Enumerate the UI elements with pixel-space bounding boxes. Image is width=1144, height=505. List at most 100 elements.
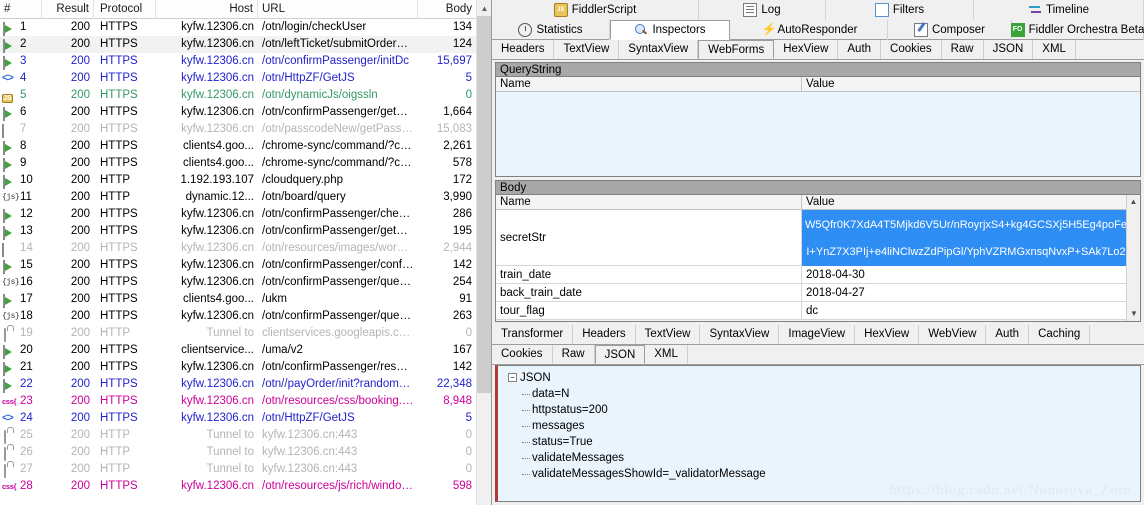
tab-statistics[interactable]: Statistics [492,20,610,40]
json-node[interactable]: validateMessagesShowId=_validatorMessage [522,466,1134,482]
tab-syntaxview[interactable]: SyntaxView [700,325,780,344]
table-row[interactable]: train_date 2018-04-30 [496,266,1140,284]
column-header-host[interactable]: Host [156,0,258,19]
tab-composer[interactable]: Composer [888,20,1012,40]
tab-fiddlerscript[interactable]: JS FiddlerScript [492,0,699,20]
tab-auth[interactable]: Auth [986,325,1030,344]
collapse-toggle-icon[interactable]: − [508,373,517,382]
table-row[interactable]: 8 200 HTTPS clients4.goo... /chrome-sync/com… [0,138,477,155]
scrollbar-thumb[interactable] [477,16,491,393]
session-host: clients4.goo... [183,157,254,169]
table-row[interactable]: back_train_date 2018-04-27 [496,284,1140,302]
column-header-number[interactable]: # [0,0,42,19]
json-node[interactable]: data=N [522,386,1134,402]
table-row[interactable]: 15 200 HTTPS kyfw.12306.cn/otn/confirmPasse… [0,257,477,274]
table-row[interactable]: 21 200 HTTPS kyfw.12306.cn/otn/confirmPasse… [0,359,477,376]
fiddler-script-icon: JS [553,3,568,17]
body-table[interactable]: Name Value secretStr W5Qfr0K7XdA4T5Mjkd6V… [495,194,1141,322]
table-row[interactable]: 25 200 HTTP Tunnel to kyfw.12306.cn:443 0 [0,427,477,444]
table-row[interactable]: 26 200 HTTP Tunnel to kyfw.12306.cn:443 0 [0,444,477,461]
tab-json[interactable]: JSON [984,40,1034,59]
body-scroll-up-icon[interactable]: ▲ [1127,195,1140,209]
table-row[interactable]: 12 200 HTTPS kyfw.12306.cn/otn/confirmPasse… [0,206,477,223]
tab-hexview[interactable]: HexView [774,40,839,59]
tab-textview[interactable]: TextView [636,325,701,344]
body-col-name[interactable]: Name [496,195,802,209]
table-row[interactable]: 27 200 HTTP Tunnel to kyfw.12306.cn:443 0 [0,461,477,478]
column-header-body[interactable]: Body [418,0,476,19]
json-node[interactable]: validateMessages [522,450,1134,466]
tab-webview[interactable]: WebView [919,325,987,344]
table-row[interactable]: <> 4 200 HTTPS kyfw.12306.cn/otn/HttpZF/GetJ… [0,70,477,87]
column-header-result[interactable]: Result [42,0,94,19]
table-row[interactable]: 20 200 HTTPS clientservice... /uma/v2 167 [0,342,477,359]
column-header-url[interactable]: URL [258,0,418,19]
tab-xml[interactable]: XML [1033,40,1076,59]
tab-transformer[interactable]: Transformer [492,325,574,344]
tab-autoresponder[interactable]: AutoResponder [730,20,888,40]
table-row[interactable]: css{23 200 HTTPS kyfw.12306.cn/otn/resource… [0,393,477,410]
session-result: 200 [70,412,90,424]
sessions-scrollbar[interactable]: ▲ [476,0,491,505]
tab-headers[interactable]: Headers [492,40,555,59]
tab-inspectors[interactable]: Inspectors [610,20,730,40]
tab-raw[interactable]: Raw [553,345,595,364]
table-row[interactable]: 2 200 HTTPS kyfw.12306.cn/otn/leftTicket/su… [0,36,477,53]
session-url: /uma/v2 [262,344,303,356]
tab-textview[interactable]: TextView [554,40,620,59]
table-row[interactable]: 22 200 HTTPS kyfw.12306.cn/otn//payOrder/in… [0,376,477,393]
session-icon-cell: 3 [0,53,42,70]
table-row[interactable]: 9 200 HTTPS clients4.goo... /chrome-sync/com… [0,155,477,172]
tab-headers[interactable]: Headers [573,325,636,344]
tab-webforms[interactable]: WebForms [698,40,775,59]
table-row[interactable]: JS 5 200 HTTPS kyfw.12306.cn/otn/dynamicJs/o… [0,87,477,104]
tab-caching[interactable]: Caching [1029,325,1091,344]
body-scroll-down-icon[interactable]: ▼ [1127,307,1140,321]
table-row[interactable]: 3 200 HTTPS kyfw.12306.cn/otn/confirmPassen… [0,53,477,70]
querystring-col-value[interactable]: Value [802,77,1140,91]
json-root-node[interactable]: − JSON [508,370,1134,386]
table-row[interactable]: 6 200 HTTPS kyfw.12306.cn/otn/confirmPassen… [0,104,477,121]
table-row[interactable]: {js} 11 200 HTTP dynamic.12... /otn/board/que… [0,189,477,206]
body-table-scrollbar[interactable]: ▲ ▼ [1126,195,1140,321]
tab-json[interactable]: JSON [594,345,646,364]
tab-imageview[interactable]: ImageView [779,325,856,344]
tab-raw[interactable]: Raw [942,40,984,59]
body-col-value[interactable]: Value [802,195,1140,209]
column-header-protocol[interactable]: Protocol [94,0,156,19]
table-row[interactable]: 1 200 HTTPS kyfw.12306.cn/otn/login/checkUs… [0,19,477,36]
tab-xml[interactable]: XML [645,345,688,364]
table-row[interactable]: 13 200 HTTPS kyfw.12306.cn/otn/confirmPasse… [0,223,477,240]
querystring-col-name[interactable]: Name [496,77,802,91]
session-icon-cell: <> 4 [0,70,42,87]
json-node[interactable]: httpstatus=200 [522,402,1134,418]
scroll-up-arrow-icon[interactable]: ▲ [477,0,491,16]
json-tree-view[interactable]: − JSON data=N httpstatus=200 messages statu… [495,365,1141,502]
json-node[interactable]: status=True [522,434,1134,450]
table-row[interactable]: {js} 16 200 HTTPS kyfw.12306.cn/otn/confirmP… [0,274,477,291]
table-row[interactable]: css{28 200 HTTPS kyfw.12306.cn/otn/resource… [0,478,477,495]
table-row[interactable]: 19 200 HTTP Tunnel to clientservices.googlea… [0,325,477,342]
json-node[interactable]: messages [522,418,1134,434]
tab-auth[interactable]: Auth [838,40,882,59]
table-row[interactable]: 7 200 HTTPS kyfw.12306.cn/otn/passcodeNew/g… [0,121,477,138]
tab-log[interactable]: Log [699,0,826,20]
tab-timeline[interactable]: Timeline [974,0,1144,20]
tab-cookies[interactable]: Cookies [881,40,942,59]
querystring-table[interactable]: Name Value [495,76,1141,177]
tab-syntaxview[interactable]: SyntaxView [619,40,699,59]
tab-filters[interactable]: Filters [826,0,974,20]
table-row[interactable]: <> 24 200 HTTPS kyfw.12306.cn/otn/HttpZF/Get… [0,410,477,427]
tab-cookies[interactable]: Cookies [492,345,553,364]
table-row[interactable]: 14 200 HTTPS kyfw.12306.cn/otn/resources/im… [0,240,477,257]
table-row[interactable]: 17 200 HTTPS clients4.goo... /ukm 91 [0,291,477,308]
table-row[interactable]: {js} 18 200 HTTPS kyfw.12306.cn/otn/confirmP… [0,308,477,325]
table-row[interactable]: 10 200 HTTP 1.192.193.107/cloudquery.php 172 [0,172,477,189]
table-row[interactable]: secretStr W5Qfr0K7XdA4T5Mjkd6V5Ur/nRoyrjx… [496,210,1140,266]
tab-label: Fiddler Orchestra Beta [1028,24,1144,36]
table-row[interactable]: tour_flag dc [496,302,1140,320]
sessions-grid[interactable]: # Result Protocol Host URL Body 1 200 HTTP… [0,0,477,495]
session-protocol: HTTP [100,174,131,186]
tab-hexview[interactable]: HexView [855,325,920,344]
tab-fiddler-orchestra-beta[interactable]: FO Fiddler Orchestra Beta [1010,20,1144,40]
